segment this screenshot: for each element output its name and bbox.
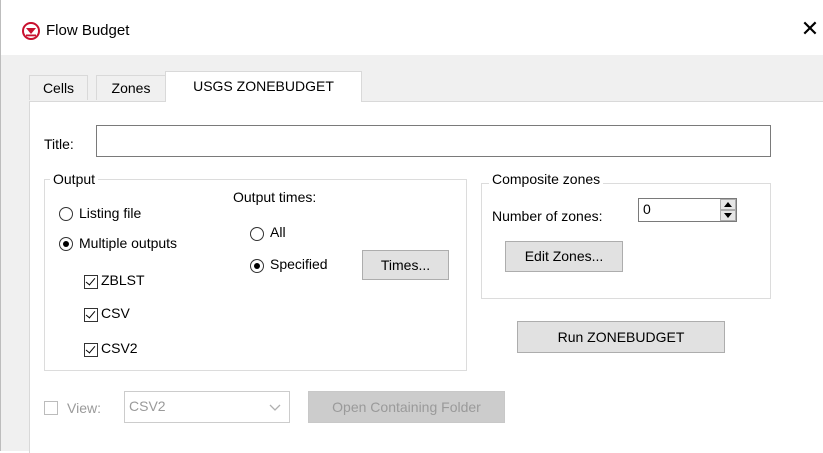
view-checkbox[interactable] <box>44 401 58 415</box>
view-label: View: <box>67 400 101 416</box>
open-containing-folder-button[interactable]: Open Containing Folder <box>308 391 505 423</box>
csv2-label[interactable]: CSV2 <box>101 340 138 356</box>
csv-label[interactable]: CSV <box>101 305 130 321</box>
chevron-down-icon <box>269 404 281 411</box>
listing-file-radio[interactable] <box>59 207 73 221</box>
times-button[interactable]: Times... <box>362 250 449 280</box>
zblst-label[interactable]: ZBLST <box>101 272 145 288</box>
window-title: Flow Budget <box>46 22 130 39</box>
csv2-checkbox[interactable] <box>84 343 98 357</box>
title-label: Title: <box>44 136 74 152</box>
tab-panel: Title: Output Listing file Multiple outp… <box>29 101 823 453</box>
output-times-label: Output times: <box>233 189 317 205</box>
number-of-zones-spinner[interactable]: 0 <box>638 198 737 222</box>
zblst-checkbox[interactable] <box>84 275 98 289</box>
multiple-outputs-radio[interactable] <box>59 237 73 251</box>
composite-zones-title: Composite zones <box>489 171 604 187</box>
tab-usgs-zonebudget[interactable]: USGS ZONEBUDGET <box>165 71 362 102</box>
edit-zones-button[interactable]: Edit Zones... <box>505 241 623 272</box>
csv-checkbox[interactable] <box>84 308 98 322</box>
specified-times-radio[interactable] <box>250 259 264 273</box>
run-zonebudget-button[interactable]: Run ZONEBUDGET <box>517 321 725 353</box>
number-of-zones-label: Number of zones: <box>492 208 603 224</box>
app-logo-icon <box>22 22 40 40</box>
all-times-label[interactable]: All <box>270 224 286 240</box>
tab-cells[interactable]: Cells <box>29 75 88 100</box>
tab-zones[interactable]: Zones <box>96 75 166 100</box>
title-bar: Flow Budget ✕ <box>1 0 823 55</box>
listing-file-label[interactable]: Listing file <box>79 205 141 221</box>
specified-times-label[interactable]: Specified <box>270 256 328 272</box>
multiple-outputs-label[interactable]: Multiple outputs <box>79 235 177 251</box>
view-format-select[interactable]: CSV2 <box>124 391 290 423</box>
title-input[interactable] <box>96 125 771 157</box>
close-icon[interactable]: ✕ <box>796 16 823 44</box>
spin-up-icon[interactable] <box>720 199 736 210</box>
all-times-radio[interactable] <box>250 227 264 241</box>
output-group-title: Output <box>50 171 99 187</box>
view-format-value: CSV2 <box>129 398 166 414</box>
number-of-zones-value[interactable]: 0 <box>643 201 651 217</box>
flow-budget-dialog: Flow Budget ✕ Cells Zones USGS ZONEBUDGE… <box>0 0 823 453</box>
spin-down-icon[interactable] <box>720 210 736 221</box>
